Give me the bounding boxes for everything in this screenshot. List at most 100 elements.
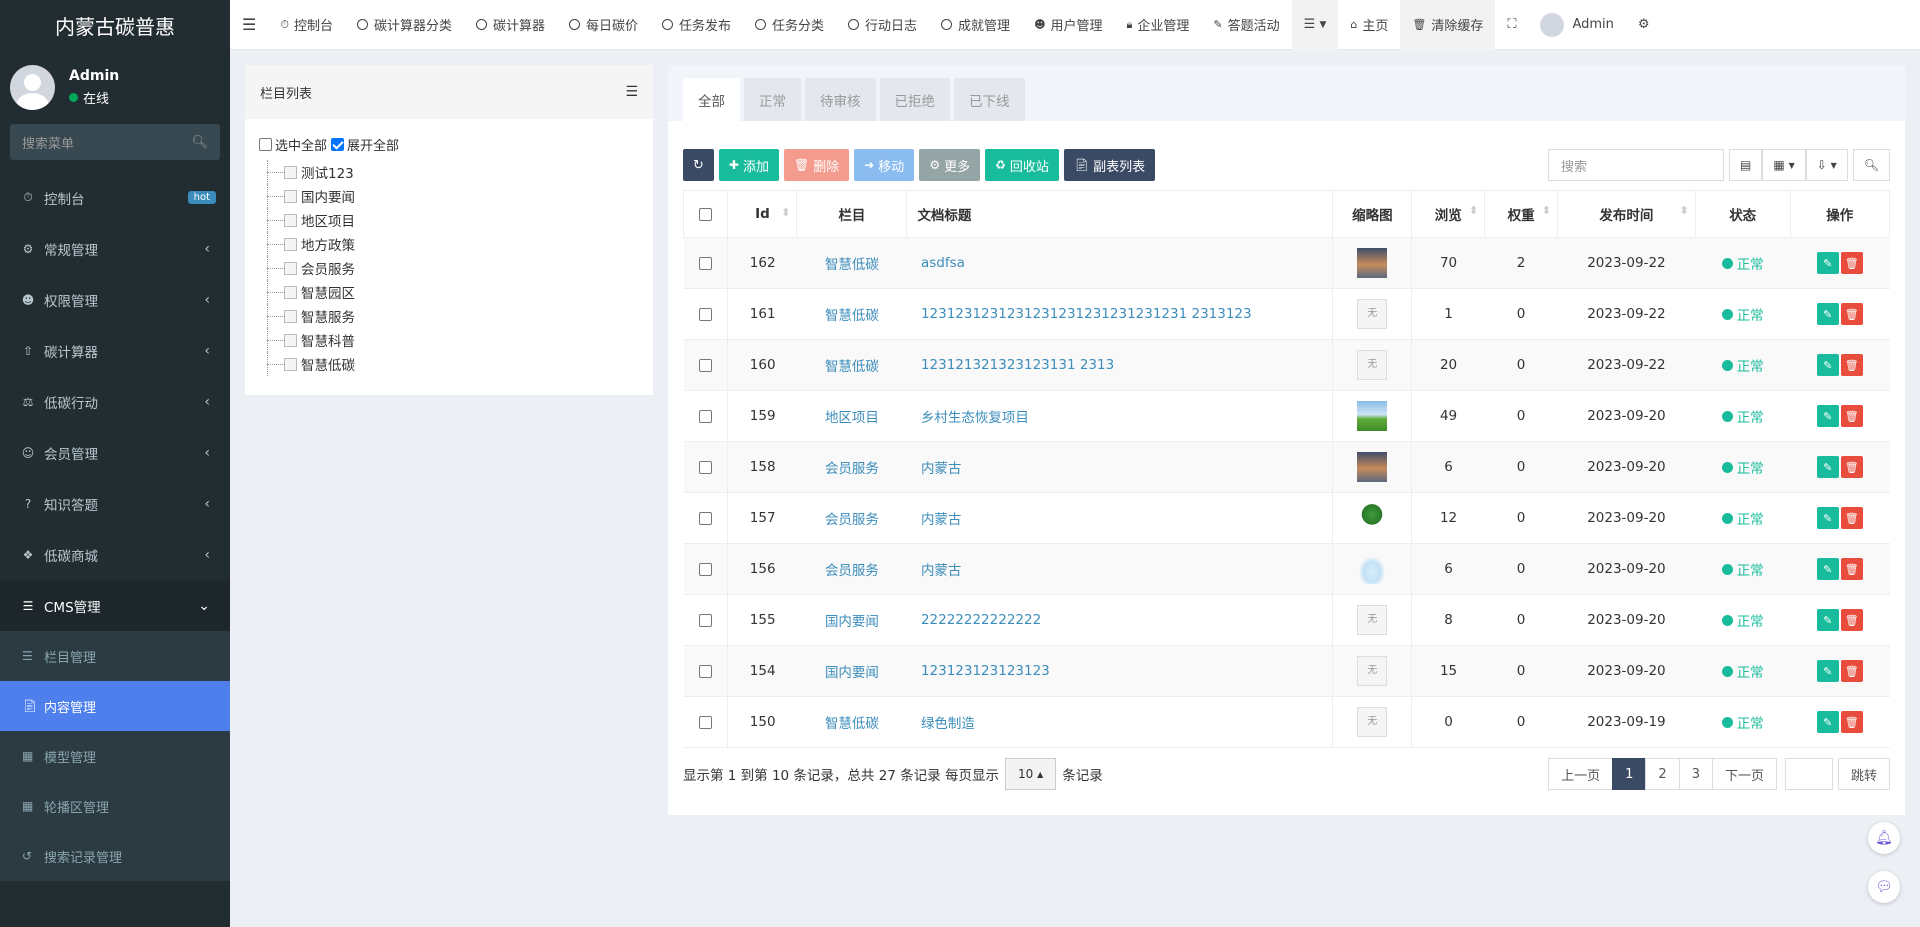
status-badge[interactable]: 正常 — [1721, 253, 1764, 273]
edit-button[interactable]: ✎ — [1816, 558, 1839, 580]
tree-node-checkbox[interactable] — [284, 237, 297, 251]
tree-node-checkbox[interactable] — [284, 309, 297, 323]
topnav-item-0[interactable]: ⏱ 控制台 — [268, 0, 345, 50]
cell-category-link[interactable]: 智慧低碳 — [825, 716, 879, 732]
sub-list-button[interactable]: 📄︎ 副表列表 — [1063, 149, 1156, 181]
status-badge[interactable]: 正常 — [1721, 304, 1764, 324]
sidebar-subitem-3[interactable]: ▦ 轮播区管理 — [0, 781, 230, 831]
tab-3[interactable]: 已拒绝 — [879, 78, 950, 121]
page-button-1[interactable]: 1 — [1612, 758, 1647, 790]
row-checkbox[interactable] — [698, 409, 712, 423]
topnav-item-2[interactable]: 碳计算器 — [464, 0, 557, 50]
topnav-item-8[interactable]: ☻ 用户管理 — [1022, 0, 1114, 50]
brand-logo[interactable]: 内蒙古碳普惠 — [0, 0, 230, 50]
sidebar-item-1[interactable]: ⚙ 常规管理 ‹ — [0, 223, 230, 274]
edit-button[interactable]: ✎ — [1816, 405, 1839, 427]
topnav-item-3[interactable]: 每日碳价 — [557, 0, 650, 50]
delete-row-button[interactable]: 🗑︎ — [1840, 711, 1863, 733]
sidebar-subitem-2[interactable]: ▦ 模型管理 — [0, 731, 230, 781]
delete-row-button[interactable]: 🗑︎ — [1840, 507, 1863, 529]
cell-title-link[interactable]: 123121321323123131 2313 — [921, 357, 1114, 373]
tree-node-checkbox[interactable] — [284, 357, 297, 371]
delete-row-button[interactable]: 🗑︎ — [1840, 660, 1863, 682]
sidebar-subitem-4[interactable]: ↺ 搜索记录管理 — [0, 831, 230, 881]
status-badge[interactable]: 正常 — [1721, 712, 1764, 732]
tab-4[interactable]: 已下线 — [954, 78, 1025, 121]
delete-row-button[interactable]: 🗑︎ — [1840, 303, 1863, 325]
tree-node[interactable]: 测试123 — [265, 160, 653, 184]
add-button[interactable]: ✚ 添加 — [718, 149, 779, 181]
topnav-item-7[interactable]: 成就管理 — [929, 0, 1022, 50]
more-button[interactable]: ⚙ 更多 — [919, 149, 981, 181]
edit-button[interactable]: ✎ — [1816, 609, 1839, 631]
admin-menu[interactable]: Admin — [1528, 0, 1625, 50]
topnav-item-9[interactable]: 🔒︎ 企业管理 — [1115, 0, 1202, 50]
export-button[interactable]: ⇩ ▼ — [1805, 149, 1848, 181]
cell-title-link[interactable]: 123123123123123 — [921, 663, 1050, 679]
sidebar-item-4[interactable]: ⚖ 低碳行动 ‹ — [0, 376, 230, 427]
row-checkbox[interactable] — [698, 307, 712, 321]
delete-row-button[interactable]: 🗑︎ — [1840, 405, 1863, 427]
cell-category-link[interactable]: 地区项目 — [825, 410, 879, 426]
tree-node[interactable]: 地方政策 — [265, 232, 653, 256]
cell-category-link[interactable]: 国内要闻 — [825, 614, 879, 630]
cell-title-link[interactable]: 乡村生态恢复项目 — [921, 410, 1029, 426]
tree-node-checkbox[interactable] — [284, 333, 297, 347]
sidebar-item-8[interactable]: ☰ CMS管理 ⌄ — [0, 580, 230, 631]
thumbnail-image[interactable] — [1357, 503, 1388, 533]
status-badge[interactable]: 正常 — [1721, 610, 1764, 630]
tab-2[interactable]: 待审核 — [805, 78, 876, 121]
tree-node-checkbox[interactable] — [284, 213, 297, 227]
row-checkbox[interactable] — [698, 358, 712, 372]
page-button-2[interactable]: 2 — [1645, 758, 1680, 790]
sidebar-item-0[interactable]: ⏱ 控制台 hot — [0, 172, 230, 223]
col-header-id[interactable]: Id — [727, 190, 798, 238]
edit-button[interactable]: ✎ — [1816, 507, 1839, 529]
status-badge[interactable]: 正常 — [1721, 661, 1764, 681]
cell-category-link[interactable]: 智慧低碳 — [825, 308, 879, 324]
status-badge[interactable]: 正常 — [1721, 457, 1764, 477]
row-checkbox[interactable] — [698, 256, 712, 270]
topnav-item-1[interactable]: 碳计算器分类 — [345, 0, 464, 50]
delete-row-button[interactable]: 🗑︎ — [1840, 456, 1863, 478]
row-checkbox[interactable] — [698, 715, 712, 729]
page-button-3[interactable]: 3 — [1678, 758, 1713, 790]
tree-node[interactable]: 智慧低碳 — [265, 352, 653, 376]
jump-button[interactable]: 跳转 — [1837, 758, 1890, 790]
tree-node[interactable]: 会员服务 — [265, 256, 653, 280]
cell-category-link[interactable]: 智慧低碳 — [825, 257, 879, 273]
cell-category-link[interactable]: 国内要闻 — [825, 665, 879, 681]
move-button[interactable]: ➜ 移动 — [854, 149, 915, 181]
home-button[interactable]: ⌂ 主页 — [1338, 0, 1400, 50]
columns-button[interactable]: ▦ ▼ — [1762, 149, 1806, 181]
toggle-view-button[interactable]: ▤ — [1729, 149, 1763, 181]
delete-row-button[interactable]: 🗑︎ — [1840, 609, 1863, 631]
panel-menu-icon[interactable]: ☰ — [625, 84, 638, 100]
cell-category-link[interactable]: 会员服务 — [825, 563, 879, 579]
table-search-input[interactable]: 搜索 — [1548, 149, 1725, 181]
tree-node[interactable]: 智慧服务 — [265, 304, 653, 328]
cell-title-link[interactable]: 22222222222222 — [921, 612, 1041, 628]
sidebar-subitem-0[interactable]: ☰ 栏目管理 — [0, 631, 230, 681]
edit-button[interactable]: ✎ — [1816, 456, 1839, 478]
delete-row-button[interactable]: 🗑︎ — [1840, 354, 1863, 376]
col-header-views[interactable]: 浏览 — [1411, 190, 1486, 238]
edit-button[interactable]: ✎ — [1816, 303, 1839, 325]
search-toggle-button[interactable]: 🔍︎ — [1852, 149, 1890, 181]
cell-title-link[interactable]: 1231231231231231231231231231231 2313123 — [921, 306, 1252, 322]
thumbnail-image[interactable] — [1357, 401, 1388, 431]
edit-button[interactable]: ✎ — [1816, 252, 1839, 274]
tree-node-checkbox[interactable] — [284, 261, 297, 275]
cell-category-link[interactable]: 会员服务 — [825, 512, 879, 528]
col-header-weight[interactable]: 权重 — [1484, 190, 1558, 238]
sidebar-item-7[interactable]: ❖ 低碳商城 ‹ — [0, 529, 230, 580]
delete-row-button[interactable]: 🗑︎ — [1840, 252, 1863, 274]
more-menu-button[interactable]: ☰ ▼ — [1291, 0, 1339, 50]
clear-cache-button[interactable]: 🗑︎ 清除缓存 — [1400, 0, 1496, 50]
sidebar-item-3[interactable]: ⇧ 碳计算器 ‹ — [0, 325, 230, 376]
search-icon[interactable]: 🔍︎ — [191, 135, 208, 150]
topnav-item-4[interactable]: 任务发布 — [650, 0, 743, 50]
cell-title-link[interactable]: 内蒙古 — [921, 563, 962, 579]
sidebar-toggle-icon[interactable]: ☰ — [230, 0, 268, 50]
row-checkbox[interactable] — [698, 511, 712, 525]
